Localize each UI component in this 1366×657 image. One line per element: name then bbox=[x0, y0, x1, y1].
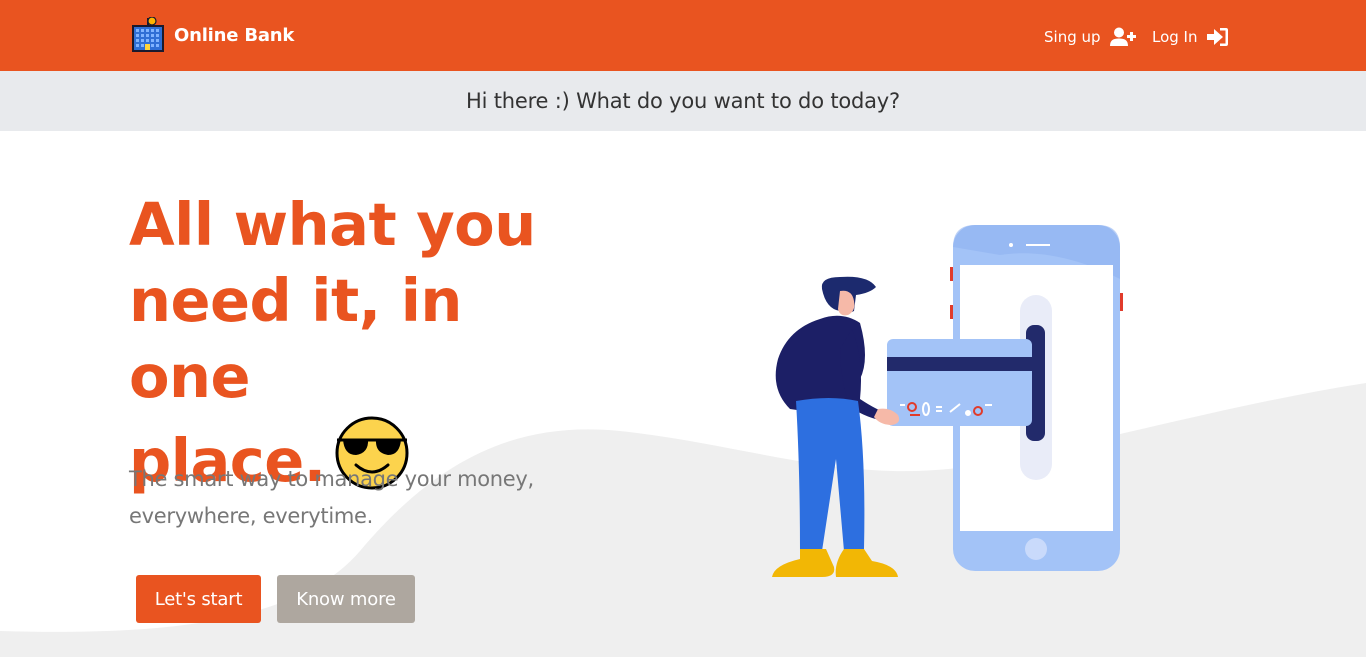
lets-start-button[interactable]: Let's start bbox=[136, 575, 261, 623]
headline-line-2: need it, in one bbox=[129, 266, 462, 411]
navbar: Online Bank Sing up Log In bbox=[0, 0, 1366, 71]
login-link[interactable]: Log In bbox=[1152, 25, 1229, 49]
bank-building-icon bbox=[132, 17, 164, 52]
user-plus-icon bbox=[1109, 27, 1136, 46]
hero-section: All what you need it, in one place. The … bbox=[0, 131, 1366, 657]
hero-subtitle: The smart way to manage your money, ever… bbox=[129, 461, 589, 535]
subtitle-line-1: The smart way to manage your money, bbox=[129, 467, 534, 491]
signup-link[interactable]: Sing up bbox=[1044, 25, 1136, 49]
person-inserting-card-into-phone-illustration bbox=[772, 225, 1123, 577]
know-more-button[interactable]: Know more bbox=[277, 575, 415, 623]
greeting-bar: Hi there :) What do you want to do today… bbox=[0, 71, 1366, 131]
sign-in-icon bbox=[1206, 28, 1228, 46]
subtitle-line-2: everywhere, everytime. bbox=[129, 504, 374, 528]
brand-link[interactable]: Online Bank bbox=[131, 17, 294, 53]
headline-line-1: All what you bbox=[129, 190, 536, 259]
login-label: Log In bbox=[1152, 28, 1198, 46]
signup-label: Sing up bbox=[1044, 28, 1101, 46]
brand-name: Online Bank bbox=[174, 24, 295, 46]
greeting-text: Hi there :) What do you want to do today… bbox=[466, 89, 900, 113]
